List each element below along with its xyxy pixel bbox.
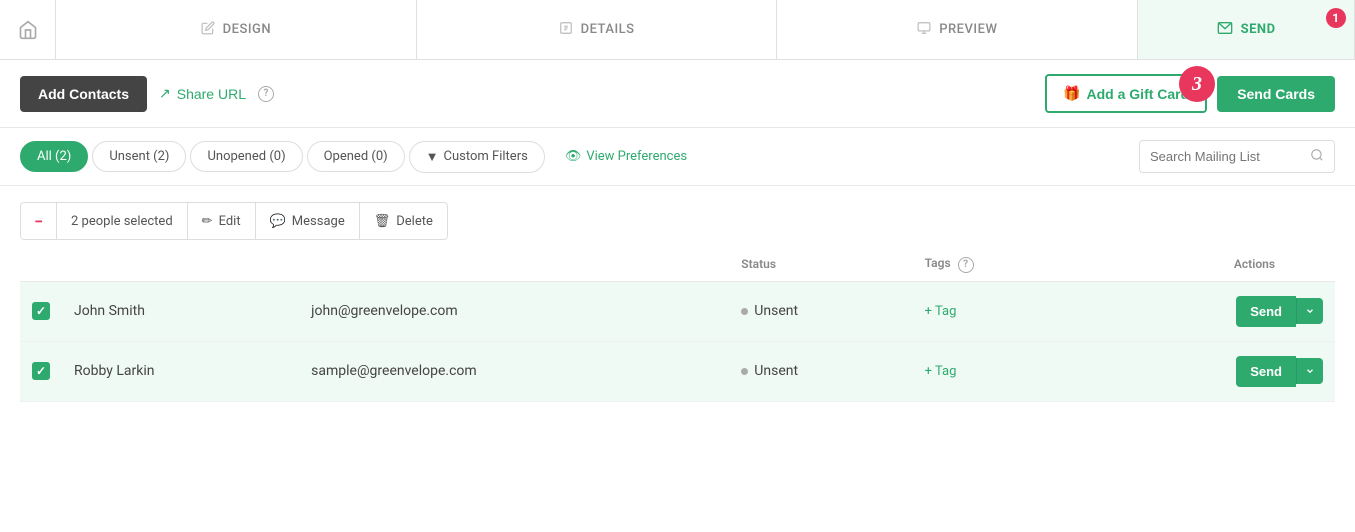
- delete-selected-button[interactable]: 🗑 Delete: [359, 203, 447, 239]
- search-mailing-input[interactable]: [1140, 142, 1300, 171]
- share-url-button[interactable]: ↗ Share URL: [159, 85, 246, 102]
- check-icon: ✓: [36, 364, 46, 378]
- filter-view-pref[interactable]: 👁 View Preferences: [549, 142, 703, 171]
- col-checkbox: [20, 248, 62, 281]
- add-contacts-button[interactable]: Add Contacts: [20, 76, 147, 112]
- row-checkbox-1[interactable]: ✓: [32, 362, 50, 380]
- edit-selected-button[interactable]: ✏ Edit: [187, 203, 255, 239]
- filter-unsent[interactable]: Unsent (2): [92, 141, 186, 172]
- toolbar-right: 🎁 Add a Gift Card Send Cards: [1045, 74, 1335, 113]
- row-tags-0: + Tag: [913, 281, 1079, 341]
- filter-unopened-label: Unopened (0): [207, 149, 285, 164]
- filter-view-pref-label: View Preferences: [586, 149, 687, 164]
- design-icon: [201, 21, 215, 39]
- row-actions-1: Send: [1078, 341, 1335, 401]
- row-status-0: Unsent: [729, 281, 912, 341]
- toolbar: Add Contacts ↗ Share URL ? 🎁 Add a Gift …: [0, 60, 1355, 128]
- add-tag-button-0[interactable]: + Tag: [925, 304, 957, 319]
- filter-all[interactable]: All (2): [20, 141, 88, 172]
- preview-icon: [917, 21, 931, 39]
- row-actions-0: Send: [1078, 281, 1335, 341]
- table-row: ✓ Robby Larkin sample@greenvelope.com Un…: [20, 341, 1335, 401]
- table-row: ✓ John Smith john@greenvelope.com Unsent…: [20, 281, 1335, 341]
- delete-icon: 🗑: [374, 214, 391, 229]
- add-gift-button[interactable]: 🎁 Add a Gift Card: [1045, 74, 1207, 113]
- message-icon: 💬: [270, 214, 286, 229]
- edit-label: Edit: [219, 214, 241, 229]
- filter-bar: All (2) Unsent (2) Unopened (0) Opened (…: [0, 128, 1355, 186]
- tab-details-label: DETAILS: [581, 22, 635, 37]
- tab-design[interactable]: DESIGN: [56, 0, 417, 59]
- tags-label: Tags: [925, 256, 951, 270]
- row-tags-1: + Tag: [913, 341, 1079, 401]
- home-button[interactable]: [0, 0, 56, 59]
- send-icon: [1217, 20, 1233, 40]
- row-status-1: Unsent: [729, 341, 912, 401]
- contacts-table: Status Tags ? Actions ✓ John Smith john@…: [20, 248, 1335, 402]
- search-mailing-container: [1139, 140, 1335, 173]
- table-area: − 2 people selected ✏ Edit 💬 Message 🗑 D…: [0, 202, 1355, 402]
- row-checkbox-cell-1: ✓: [20, 341, 62, 401]
- details-icon: [559, 21, 573, 39]
- filter-opened[interactable]: Opened (0): [307, 141, 405, 172]
- filter-all-label: All (2): [37, 149, 71, 164]
- message-selected-button[interactable]: 💬 Message: [255, 203, 359, 239]
- row-email-0: john@greenvelope.com: [299, 281, 729, 341]
- row-name-1: Robby Larkin: [62, 341, 299, 401]
- check-icon: ✓: [36, 304, 46, 318]
- add-tag-button-1[interactable]: + Tag: [925, 364, 957, 379]
- share-icon: ↗: [159, 85, 171, 102]
- eye-icon: 👁: [565, 149, 582, 164]
- help-icon[interactable]: ?: [258, 86, 274, 102]
- top-nav: DESIGN DETAILS PREVIEW SEND 1: [0, 0, 1355, 60]
- filter-opened-label: Opened (0): [324, 149, 388, 164]
- edit-icon: ✏: [202, 214, 213, 229]
- tab-design-label: DESIGN: [223, 22, 271, 37]
- send-row-button-0[interactable]: Send: [1236, 296, 1296, 327]
- tab-send-label: SEND: [1241, 22, 1276, 37]
- col-actions: Actions: [1078, 248, 1335, 281]
- col-tags: Tags ?: [913, 248, 1079, 281]
- gift-icon: 🎁: [1063, 85, 1080, 102]
- send-cards-button[interactable]: Send Cards: [1217, 76, 1335, 112]
- selection-count: 2 people selected: [57, 203, 187, 239]
- filter-custom[interactable]: ▼ Custom Filters: [409, 141, 545, 173]
- col-name: [62, 248, 299, 281]
- deselect-all-button[interactable]: −: [21, 203, 57, 239]
- tab-preview[interactable]: PREVIEW: [777, 0, 1138, 59]
- tab-details[interactable]: DETAILS: [417, 0, 778, 59]
- message-label: Message: [292, 214, 345, 229]
- search-button[interactable]: [1300, 141, 1334, 172]
- row-checkbox-0[interactable]: ✓: [32, 302, 50, 320]
- filter-custom-label: Custom Filters: [444, 149, 528, 164]
- send-badge: 1: [1326, 8, 1346, 28]
- row-email-1: sample@greenvelope.com: [299, 341, 729, 401]
- row-checkbox-cell-0: ✓: [20, 281, 62, 341]
- tab-send[interactable]: SEND 1: [1138, 0, 1355, 59]
- send-dropdown-button-1[interactable]: [1296, 358, 1323, 384]
- add-gift-label: Add a Gift Card: [1087, 86, 1190, 102]
- tab-preview-label: PREVIEW: [939, 22, 997, 37]
- tags-help-icon[interactable]: ?: [958, 257, 974, 273]
- selection-bar: − 2 people selected ✏ Edit 💬 Message 🗑 D…: [20, 202, 448, 240]
- col-status: Status: [729, 248, 912, 281]
- share-url-label: Share URL: [177, 86, 246, 102]
- delete-label: Delete: [396, 214, 433, 229]
- filter-unopened[interactable]: Unopened (0): [190, 141, 302, 172]
- col-email: [299, 248, 729, 281]
- filter-icon: ▼: [426, 149, 439, 165]
- filter-unsent-label: Unsent (2): [109, 149, 169, 164]
- send-row-button-1[interactable]: Send: [1236, 356, 1296, 387]
- send-dropdown-button-0[interactable]: [1296, 298, 1323, 324]
- row-name-0: John Smith: [62, 281, 299, 341]
